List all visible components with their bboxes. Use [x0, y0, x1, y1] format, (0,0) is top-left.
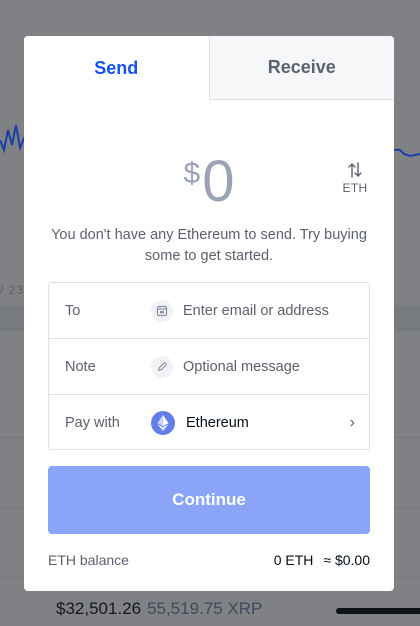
- swap-arrows-icon: [348, 162, 362, 178]
- amount-value: 0: [202, 149, 235, 214]
- background-balance-row: $32,501.26 55,519.75 XRP: [56, 599, 262, 619]
- pay-with-label: Pay with: [65, 415, 120, 431]
- balance-values: 0 ETH ≈ $0.00: [274, 552, 370, 568]
- continue-button[interactable]: Continue: [48, 466, 370, 534]
- tab-receive[interactable]: Receive: [208, 36, 394, 100]
- pay-with-row[interactable]: Pay with Ethereum ›: [49, 395, 369, 451]
- background-crypto-value: 55,519.75 XRP: [147, 599, 263, 618]
- background-fiat-value: $32,501.26: [56, 599, 142, 618]
- pay-with-asset: Ethereum: [186, 415, 249, 431]
- contacts-icon: [151, 299, 173, 322]
- no-funds-notice: You don't have any Ethereum to send. Try…: [51, 227, 367, 264]
- amount-display[interactable]: $0: [24, 153, 394, 211]
- send-form: To Note Pay with Ethereum ›: [48, 282, 370, 450]
- note-label: Note: [65, 358, 96, 375]
- balance-crypto: 0 ETH: [273, 552, 314, 568]
- send-receive-modal: Send Receive $0 ETH You don't have any E…: [24, 36, 394, 591]
- background-date-label: / 23: [0, 283, 25, 297]
- eth-balance-row: ETH balance 0 ETH ≈ $0.00: [48, 552, 370, 568]
- to-row: To: [49, 283, 369, 339]
- pencil-icon: [151, 355, 173, 378]
- note-row: Note: [49, 339, 369, 395]
- recipient-input[interactable]: [183, 302, 357, 319]
- amount-row: $0 ETH: [24, 153, 394, 217]
- modal-tabs: Send Receive: [24, 36, 394, 100]
- ethereum-icon: [151, 411, 175, 435]
- currency-symbol: $: [183, 157, 201, 190]
- note-input[interactable]: [183, 358, 357, 375]
- to-label: To: [65, 302, 81, 319]
- balance-label: ETH balance: [48, 552, 129, 568]
- tab-send[interactable]: Send: [24, 36, 209, 100]
- currency-switch-button[interactable]: ETH: [340, 161, 370, 195]
- balance-fiat: ≈ $0.00: [323, 552, 370, 568]
- chevron-right-icon: ›: [349, 414, 355, 431]
- background-progress-pill: [336, 608, 420, 614]
- switch-unit-label: ETH: [342, 181, 368, 195]
